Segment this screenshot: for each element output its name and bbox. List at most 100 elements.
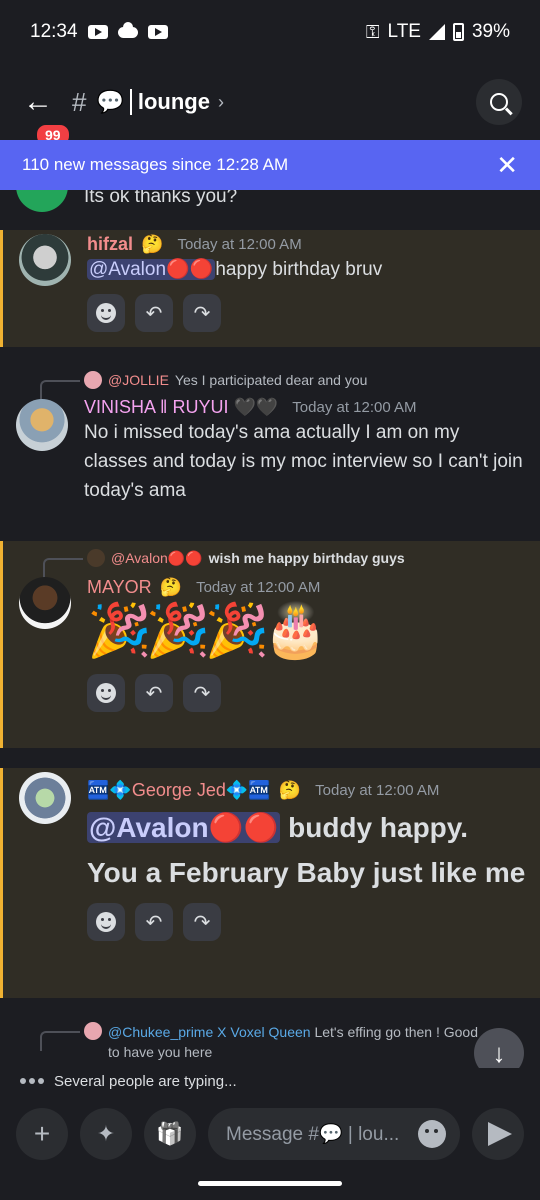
vpn-key-icon: ⚿ [365, 21, 380, 42]
apps-button[interactable]: ✦ [80, 1108, 132, 1160]
author-name[interactable]: VINISHA ‖ RUYUI 🖤🖤 [84, 397, 278, 418]
message-list[interactable]: Its ok thanks you? hifzal 🤔 Today at 12:… [0, 190, 540, 1068]
gift-button[interactable]: 🎁 [144, 1108, 196, 1160]
smile-icon [96, 303, 116, 323]
timestamp: Today at 12:00 AM [177, 236, 302, 253]
message-actions: ↶ ↷ [87, 903, 526, 941]
reply-connector [40, 380, 80, 400]
reply-button[interactable]: ↶ [135, 903, 173, 941]
reply-author: @Avalon🔴🔴 [111, 549, 203, 566]
speech-bubble-icon: 💬 [96, 89, 124, 114]
gift-icon: 🎁 [156, 1121, 184, 1146]
thinking-emoji: 🤔 [278, 780, 302, 800]
emoji-message: 🎉🎉🎉🎂 [87, 602, 328, 660]
arrow-left-icon: ← [23, 85, 53, 118]
reply-button[interactable]: ↶ [135, 674, 173, 712]
timestamp: Today at 12:00 AM [292, 399, 417, 416]
reply-preview[interactable]: @Avalon🔴🔴 wish me happy birthday guys [43, 549, 526, 578]
message-text: Its ok thanks you? [84, 190, 238, 207]
reply-preview[interactable]: @JOLLIE Yes I participated dear and you [40, 371, 526, 400]
battery-icon [452, 23, 464, 41]
forward-icon: ↷ [193, 682, 211, 705]
reply-avatar [84, 371, 102, 389]
forward-icon: ↷ [193, 302, 211, 325]
search-button[interactable] [476, 79, 522, 125]
smile-icon [96, 683, 116, 703]
add-attachment-button[interactable]: + [16, 1108, 68, 1160]
message-input[interactable]: Message #💬 | lou... [208, 1108, 460, 1160]
divider [129, 89, 132, 115]
message-input-placeholder: Message #💬 | lou... [226, 1124, 400, 1145]
forward-button[interactable]: ↷ [183, 674, 221, 712]
reply-avatar [87, 549, 105, 567]
reply-author: @JOLLIE [108, 372, 169, 388]
add-reaction-button[interactable] [87, 294, 125, 332]
thinking-emoji: 🤔 [141, 234, 164, 254]
channel-name[interactable]: lounge [138, 89, 210, 115]
typing-text: Several people are typing... [54, 1072, 237, 1090]
emoji-picker-icon[interactable] [418, 1120, 446, 1148]
youtube-icon [147, 25, 168, 39]
forward-icon: ↷ [193, 911, 211, 934]
banner-text: 110 new messages since 12:28 AM [22, 155, 289, 174]
message-item[interactable]: @JOLLIE Yes I participated dear and you … [0, 347, 540, 541]
chevron-right-icon[interactable]: › [218, 92, 224, 113]
add-reaction-button[interactable] [87, 903, 125, 941]
message-item[interactable]: 🏧💠George Jed💠🏧 🤔 Today at 12:00 AM @Aval… [0, 768, 540, 998]
message-actions: ↶ ↷ [87, 674, 526, 712]
user-mention[interactable]: @Avalon🔴🔴 [87, 812, 281, 843]
reply-button[interactable]: ↶ [135, 294, 173, 332]
network-type: LTE [387, 21, 421, 42]
send-button[interactable] [472, 1108, 524, 1160]
typing-dots-icon [20, 1078, 44, 1084]
reply-preview[interactable]: @Chukee_prime X Voxel Queen Let's effing… [40, 1022, 480, 1062]
hash-icon: # [72, 86, 87, 117]
arrow-down-icon: ↓ [492, 1037, 506, 1068]
message-item[interactable]: hifzal 🤔 Today at 12:00 AM @Avalon🔴🔴 happ… [0, 230, 540, 347]
message-composer: + ✦ 🎁 Message #💬 | lou... [0, 1104, 540, 1164]
add-reaction-button[interactable] [87, 674, 125, 712]
new-messages-banner[interactable]: 110 new messages since 12:28 AM ✕ [0, 140, 540, 190]
timestamp: Today at 12:00 AM [196, 579, 321, 596]
cloud-icon [117, 21, 138, 38]
battery-level: 39% [471, 21, 510, 42]
forward-button[interactable]: ↷ [183, 294, 221, 332]
user-mention[interactable]: @Avalon🔴🔴 [87, 259, 216, 280]
forward-button[interactable]: ↷ [183, 903, 221, 941]
reply-text: Yes I participated dear and you [174, 372, 368, 388]
status-bar: 12:34 ⚿ LTE 39% [0, 0, 540, 64]
avatar[interactable] [19, 234, 71, 286]
reply-icon: ↶ [145, 911, 163, 934]
smile-icon [96, 912, 116, 932]
avatar[interactable] [16, 190, 68, 212]
reply-avatar [84, 1022, 102, 1040]
avatar[interactable] [19, 577, 71, 629]
apps-icon: ✦ [96, 1121, 116, 1146]
message-item[interactable]: @Chukee_prime X Voxel Queen Let's effing… [0, 998, 540, 1068]
youtube-icon [87, 25, 108, 39]
message-text: happy birthday bruv [215, 259, 383, 280]
back-button[interactable]: ← 99 [18, 82, 72, 148]
reply-icon: ↶ [145, 302, 163, 325]
message-partial[interactable]: Its ok thanks you? [0, 190, 540, 230]
author-name[interactable]: 🏧💠George Jed💠🏧 [87, 780, 271, 801]
author-name[interactable]: MAYOR [87, 577, 152, 598]
home-indicator[interactable] [198, 1181, 342, 1186]
reply-connector [40, 1031, 80, 1051]
channel-header: ← 99 # 💬 lounge › [0, 64, 540, 148]
timestamp: Today at 12:00 AM [315, 782, 440, 799]
plus-icon: + [33, 1118, 51, 1149]
reply-author: @Chukee_prime X Voxel Queen [108, 1024, 311, 1040]
thinking-emoji: 🤔 [159, 577, 183, 597]
reply-icon: ↶ [145, 682, 163, 705]
close-icon[interactable]: ✕ [496, 150, 518, 181]
message-item[interactable]: @Avalon🔴🔴 wish me happy birthday guys MA… [0, 541, 540, 748]
reply-connector [43, 558, 83, 578]
avatar[interactable] [16, 399, 68, 451]
search-icon [490, 93, 508, 111]
message-actions: ↶ ↷ [87, 294, 526, 332]
author-name[interactable]: hifzal [87, 234, 133, 255]
avatar[interactable] [19, 772, 71, 824]
message-text: No i missed today's ama actually I am on… [84, 422, 523, 501]
